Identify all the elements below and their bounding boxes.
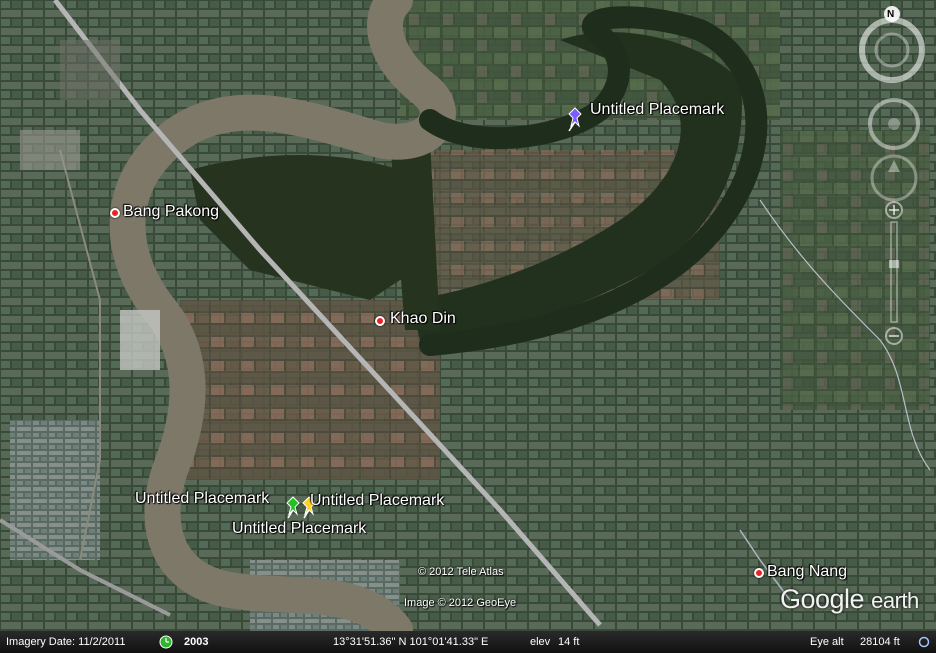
place-label-bang-pakong[interactable]: Bang Pakong	[123, 203, 219, 221]
logo-earth: earth	[871, 588, 919, 613]
look-joystick[interactable]	[866, 96, 922, 152]
eye-alt-value: 28104 ft	[860, 636, 900, 648]
eye-alt-label: Eye alt	[810, 636, 844, 648]
placemark-label[interactable]: Untitled Placemark	[232, 520, 366, 538]
copyright-tele-atlas: © 2012 Tele Atlas	[418, 566, 504, 578]
place-dot-bang-nang[interactable]	[754, 568, 764, 578]
satellite-imagery	[0, 0, 936, 653]
pushpin-icon-purple[interactable]	[565, 106, 585, 132]
elev-value: 14 ft	[558, 636, 580, 648]
copyright-geoeye: Image © 2012 GeoEye	[404, 597, 517, 609]
place-dot-bang-pakong[interactable]	[110, 208, 120, 218]
north-indicator[interactable]: N	[887, 9, 894, 20]
move-joystick[interactable]	[866, 150, 922, 206]
elev-label: elev	[530, 636, 551, 648]
cursor-coordinates: 13°31'51.36" N 101°01'41.33" E	[333, 636, 489, 648]
google-earth-logo: Google earth	[780, 584, 919, 615]
historical-year[interactable]: 2003	[184, 636, 208, 648]
streaming-indicator-icon	[918, 636, 930, 648]
historical-imagery-clock-icon[interactable]	[159, 635, 173, 649]
zoom-slider[interactable]	[882, 200, 906, 350]
imagery-date: Imagery Date: 11/2/2011	[6, 636, 126, 648]
place-dot-khao-din[interactable]	[375, 316, 385, 326]
placemark-label[interactable]: Untitled Placemark	[135, 490, 269, 508]
place-label-khao-din[interactable]: Khao Din	[390, 310, 456, 328]
placemark-label[interactable]: Untitled Placemark	[590, 101, 724, 119]
place-label-bang-nang[interactable]: Bang Nang	[767, 563, 847, 581]
map-view[interactable]: Bang Pakong Khao Din Bang Nang Untitled …	[0, 0, 936, 653]
logo-google: Google	[780, 584, 865, 614]
status-bar: Imagery Date: 11/2/2011 2003 13°31'51.36…	[0, 631, 936, 653]
placemark-label[interactable]: Untitled Placemark	[310, 492, 444, 510]
